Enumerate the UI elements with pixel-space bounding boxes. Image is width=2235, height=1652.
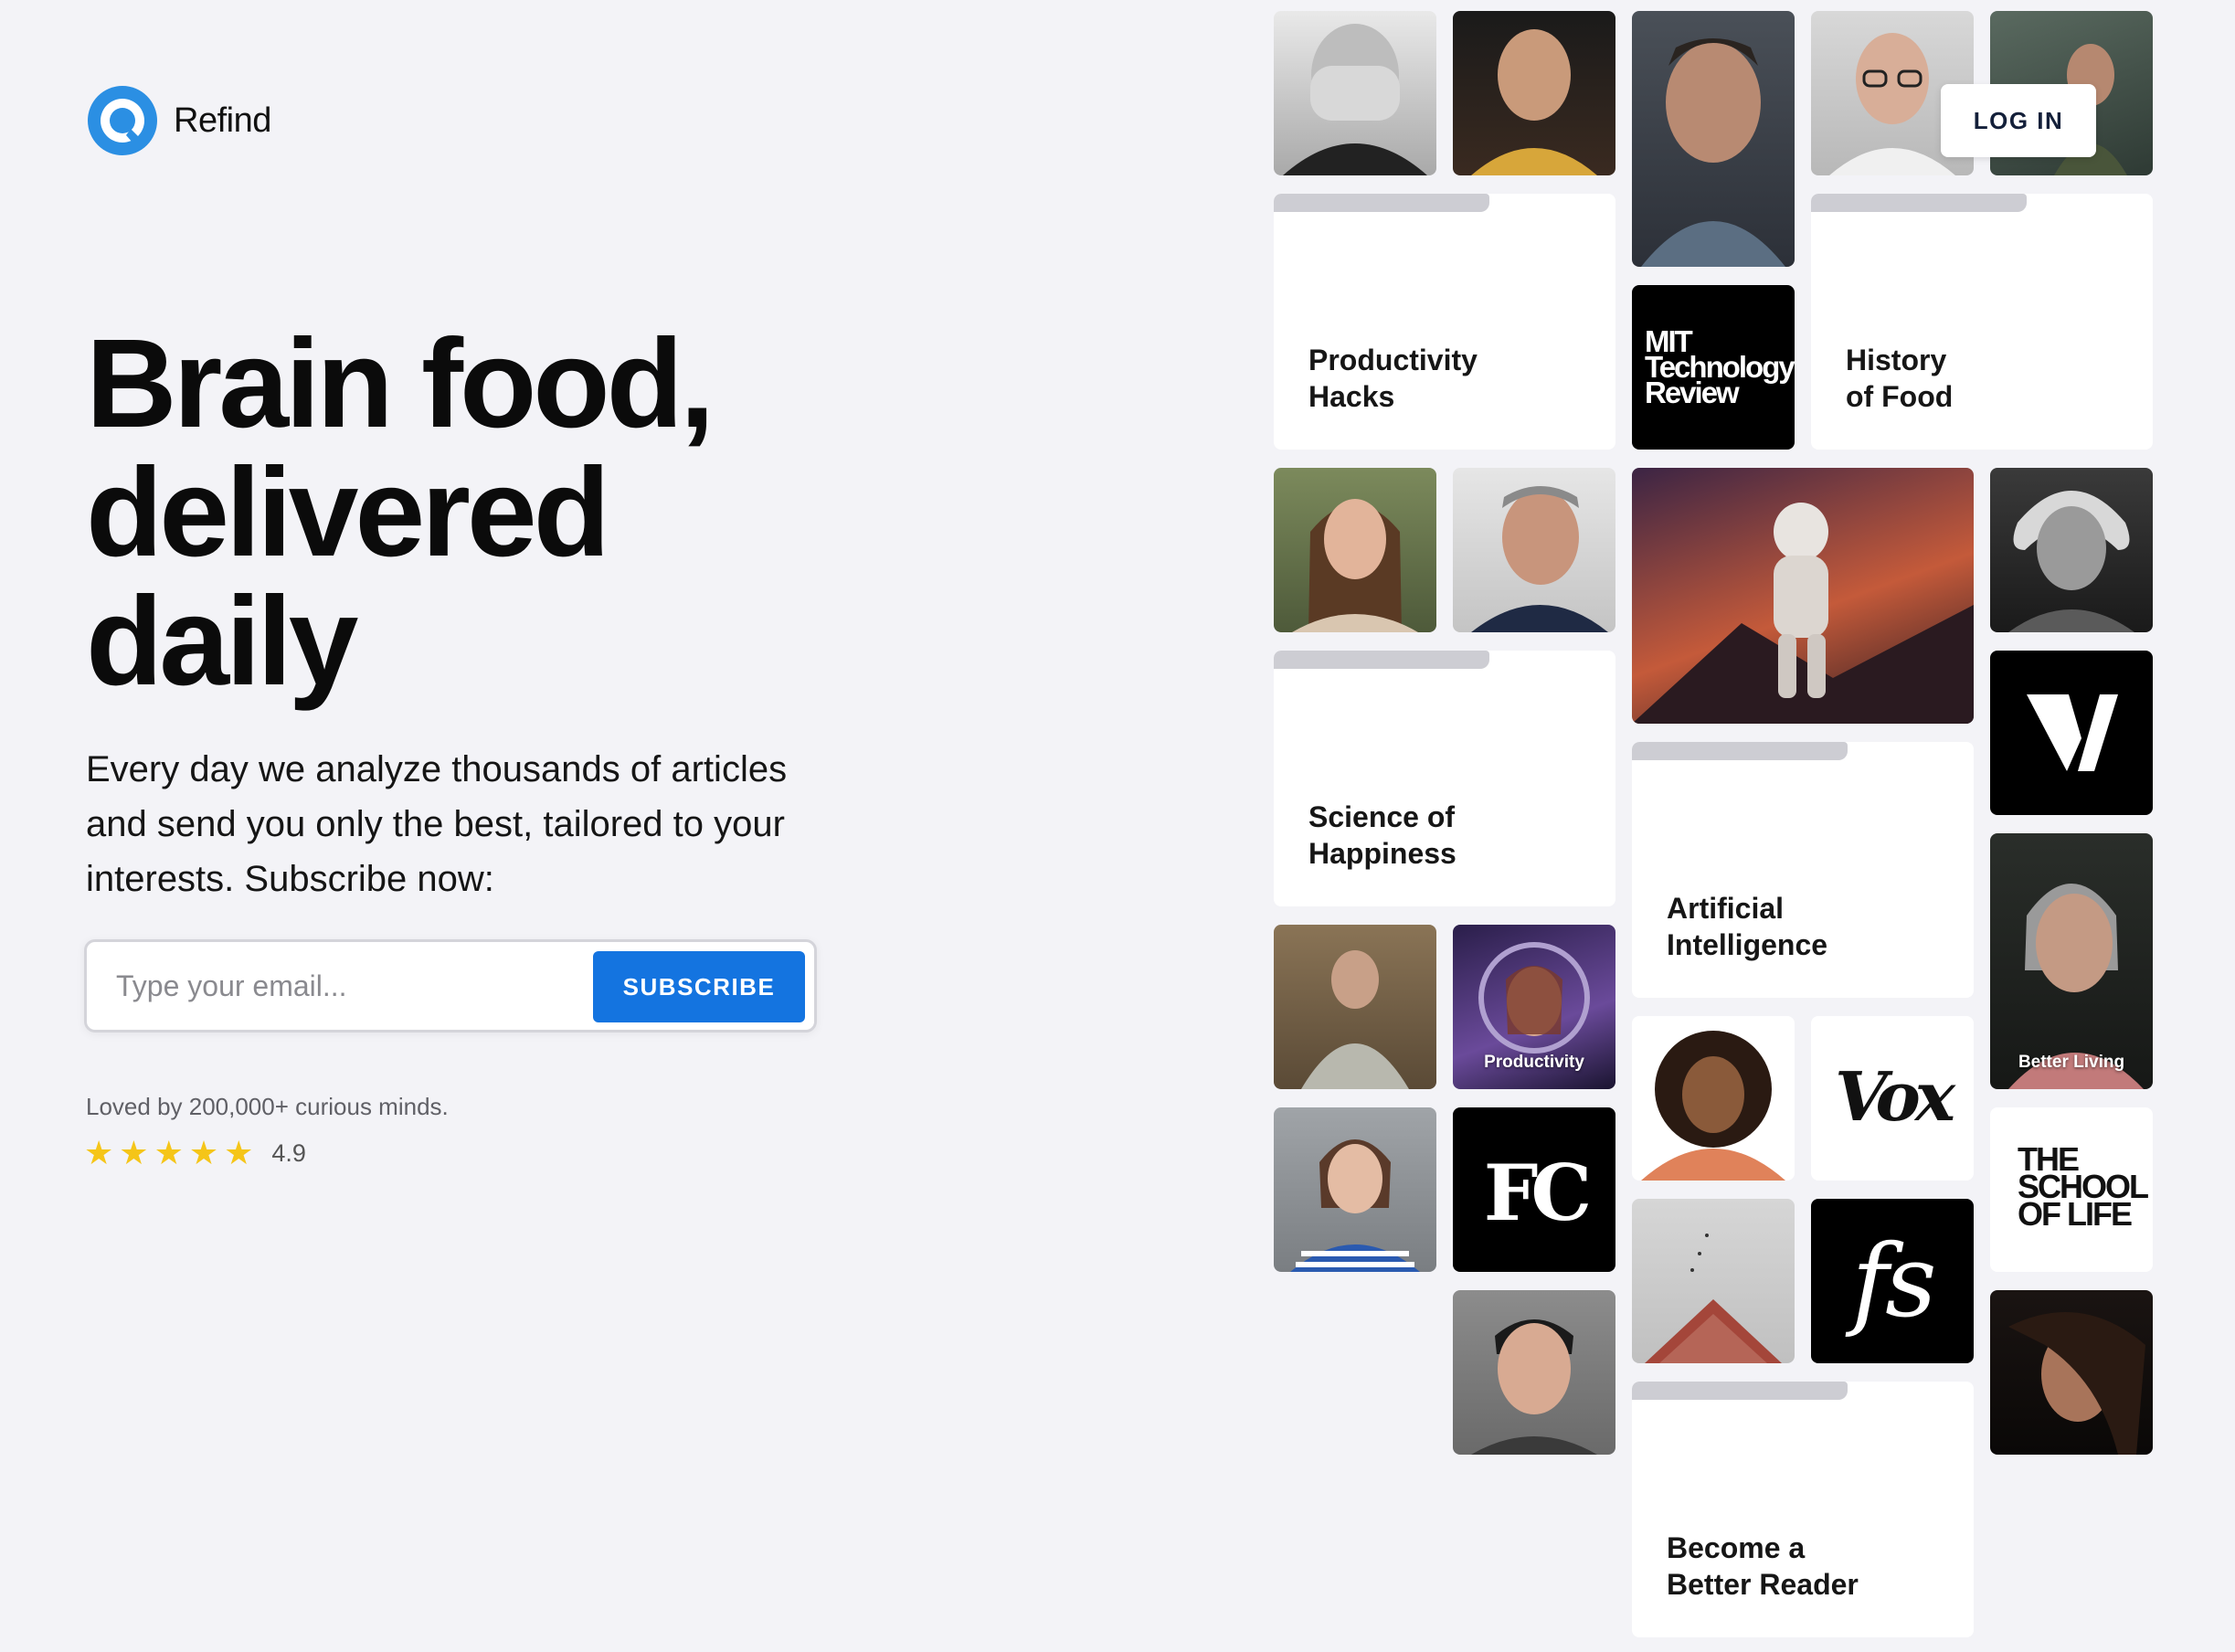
hero-headline: Brain food, delivered daily: [86, 313, 715, 712]
oprah-photo[interactable]: [1632, 1016, 1795, 1181]
school-of-life-logo[interactable]: THE SCHOOL OF LIFE: [1990, 1107, 2153, 1272]
rating-value: 4.9: [271, 1138, 306, 1167]
subscribe-form: SUBSCRIBE: [84, 939, 817, 1032]
refind-logo-icon: [86, 84, 159, 157]
fast-company-logo[interactable]: FC: [1453, 1107, 1615, 1272]
topic-card-artificial-intelligence[interactable]: Artificial Intelligence: [1632, 742, 1974, 998]
logo[interactable]: Refind: [86, 84, 271, 157]
astronaut-illustration[interactable]: [1632, 468, 1974, 724]
vox-logo[interactable]: Vox: [1811, 1016, 1974, 1181]
star-icon: ★: [119, 1134, 149, 1171]
card-tab: [1274, 651, 1489, 669]
tile-label: Better Living: [2018, 1053, 2125, 1072]
topic-card-productivity-hacks[interactable]: Productivity Hacks: [1274, 194, 1615, 450]
school-of-life-text: OF LIFE: [2018, 1195, 2133, 1233]
email-input[interactable]: [105, 951, 653, 1021]
young-woman-photo[interactable]: [1274, 468, 1436, 632]
star-icon: ★: [188, 1134, 219, 1171]
brand-name: Refind: [174, 101, 271, 140]
star-icon: ★: [84, 1134, 114, 1171]
topic-title: Artificial Intelligence: [1667, 892, 1828, 961]
vox-logo-text: Vox: [1834, 1058, 1955, 1137]
woman-astronaut-illustration[interactable]: Productivity: [1453, 925, 1615, 1089]
topic-title: History of Food: [1846, 344, 1954, 413]
rating: ★ ★ ★ ★ ★ 4.9: [84, 1135, 306, 1171]
older-woman-photo[interactable]: Better Living: [1990, 833, 2153, 1089]
subscribe-button[interactable]: SUBSCRIBE: [593, 951, 805, 1022]
verge-logo[interactable]: [1990, 651, 2153, 815]
pagoda-photo[interactable]: [1632, 1199, 1795, 1363]
mit-technology-review-logo[interactable]: MIT Technology Review: [1632, 285, 1795, 450]
fs-logo-text: fs: [1851, 1223, 1936, 1340]
topic-title: Become a Better Reader: [1667, 1531, 1859, 1601]
hero-subtext: Every day we analyze thousands of articl…: [86, 749, 788, 899]
social-proof-text: Loved by 200,000+ curious minds.: [86, 1093, 449, 1120]
card-tab: [1632, 742, 1848, 760]
woman-dark-hair-photo[interactable]: [1990, 1290, 2153, 1455]
topic-title: Science of Happiness: [1308, 800, 1456, 870]
man-portrait-photo[interactable]: [1632, 11, 1795, 267]
card-tab: [1274, 194, 1489, 212]
farnam-street-logo[interactable]: fs: [1811, 1199, 1974, 1363]
topic-card-science-of-happiness[interactable]: Science of Happiness: [1274, 651, 1615, 906]
login-button[interactable]: LOG IN: [1941, 84, 2096, 157]
tile-label: Productivity: [1484, 1053, 1584, 1072]
topic-card-better-reader[interactable]: Become a Better Reader: [1632, 1382, 1974, 1637]
fc-logo-text: FC: [1483, 1148, 1593, 1238]
tim-cook-photo[interactable]: [1453, 468, 1615, 632]
einstein-photo[interactable]: [1990, 468, 2153, 632]
striped-shirt-woman-photo[interactable]: [1274, 1107, 1436, 1272]
topic-title: Productivity Hacks: [1308, 344, 1478, 413]
smiling-man-photo[interactable]: [1453, 1290, 1615, 1455]
star-icon: ★: [154, 1134, 184, 1171]
topic-card-history-of-food[interactable]: History of Food: [1811, 194, 2153, 450]
elderly-man-photo[interactable]: [1274, 925, 1436, 1089]
card-tab: [1811, 194, 2027, 212]
smiling-woman-photo[interactable]: [1453, 11, 1615, 175]
mit-logo-text: Review: [1645, 376, 1740, 409]
verge-logo-icon: [2027, 694, 2118, 771]
person-covering-face-photo[interactable]: [1274, 11, 1436, 175]
card-tab: [1632, 1382, 1848, 1400]
star-icon: ★: [224, 1134, 254, 1171]
